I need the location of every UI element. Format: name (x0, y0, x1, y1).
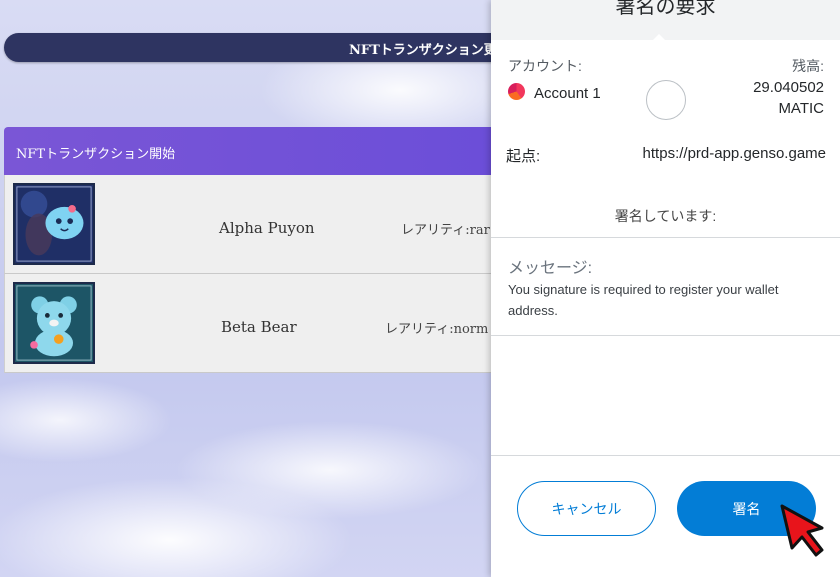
progress-label: NFTトランザクション更新 (349, 43, 510, 58)
cancel-button[interactable]: キャンセル (517, 481, 656, 536)
balance-value: 29.040502 (753, 79, 824, 96)
nft-row: Alpha Puyon レアリティ:rar (4, 175, 504, 274)
account-name: Account 1 (534, 85, 601, 102)
nft-thumbnail (13, 183, 95, 265)
nft-rarity: レアリティ:rar (401, 223, 490, 238)
nft-name: Alpha Puyon (219, 219, 315, 237)
divider (491, 455, 840, 456)
account-avatar-icon (508, 83, 525, 100)
site-identicon-icon (646, 80, 686, 120)
divider (491, 335, 840, 336)
signing-text: 署名しています: (614, 208, 717, 224)
origin-label: 起点: (506, 148, 541, 165)
nft-panel-header: NFTトランザクション開始 (4, 127, 504, 175)
nft-thumbnail (13, 282, 95, 364)
signature-request-popup: 署名の要求 アカウント: 残高: Account 1 29.040502 MAT… (491, 0, 840, 577)
message-text: You signature is required to register yo… (508, 282, 779, 318)
message-label: メッセージ: (508, 260, 593, 277)
header-notch (647, 34, 671, 46)
progress-bar: NFTトランザクション更新 (4, 33, 524, 62)
beta-bear-image (15, 284, 93, 362)
alpha-puyon-image (15, 185, 93, 263)
nft-rarity: レアリティ:norm (385, 322, 489, 337)
nft-transaction-panel: NFTトランザクション開始 Alpha Puyon レアリティ:rar Beta… (4, 127, 504, 373)
divider (491, 237, 840, 238)
origin-url: https://prd-app.genso.game (642, 145, 826, 162)
nft-name: Beta Bear (221, 318, 297, 336)
balance-label: 残高: (792, 58, 824, 74)
balance-unit: MATIC (778, 100, 824, 117)
pointer-cursor-icon (780, 504, 824, 557)
nft-row: Beta Bear レアリティ:norm (4, 274, 504, 373)
account-label: アカウント: (508, 58, 582, 74)
popup-title: 署名の要求 (615, 0, 716, 18)
